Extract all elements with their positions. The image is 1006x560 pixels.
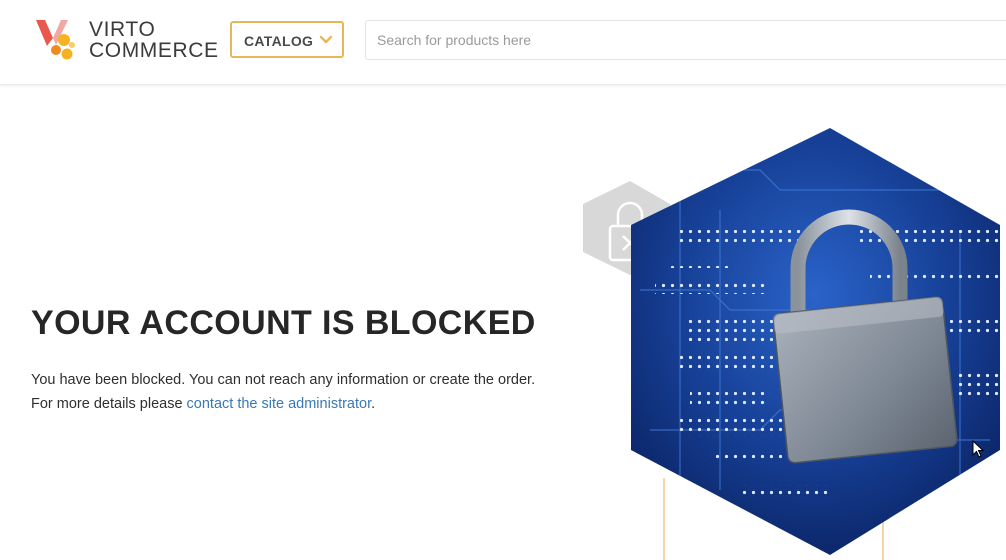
message-line-1: You have been blocked. You can not reach… — [31, 372, 536, 388]
site-header: VIRTO COMMERCE CATALOG — [0, 0, 1006, 85]
page-title: YOUR ACCOUNT IS BLOCKED — [31, 304, 536, 342]
message-suffix: . — [371, 396, 376, 412]
site-logo[interactable]: VIRTO COMMERCE — [34, 16, 219, 66]
message-line-2: For more details please contact the site… — [31, 392, 591, 416]
blocked-illustration — [583, 128, 1000, 560]
message-prefix: For more details please — [31, 396, 187, 412]
catalog-dropdown-button[interactable]: CATALOG — [230, 21, 344, 58]
catalog-label: CATALOG — [244, 33, 314, 49]
logo-line-2: COMMERCE — [89, 39, 219, 62]
logo-wordmark: VIRTO COMMERCE — [89, 19, 219, 61]
search-input[interactable] — [366, 21, 1006, 59]
blocked-message: You have been blocked. You can not reach… — [31, 368, 591, 416]
contact-admin-link[interactable]: contact the site administrator — [187, 396, 372, 412]
chevron-down-icon — [319, 35, 333, 44]
search-box — [365, 20, 1006, 60]
page: VIRTO COMMERCE CATALOG YOUR ACCOUNT IS B… — [0, 0, 1006, 560]
padlock-circuit-image — [631, 128, 1000, 555]
mouse-cursor-icon — [972, 440, 984, 458]
virto-logo-icon — [36, 20, 75, 60]
logo-line-1: VIRTO — [89, 18, 156, 41]
